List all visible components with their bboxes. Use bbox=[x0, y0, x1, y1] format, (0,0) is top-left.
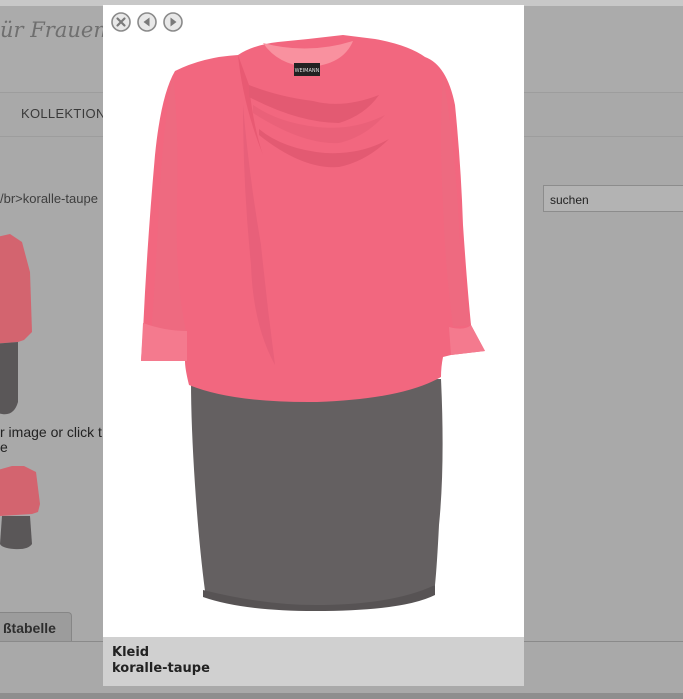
lightbox-image[interactable]: WEIMANN bbox=[103, 5, 524, 637]
breadcrumb: /br>koralle-taupe bbox=[0, 191, 98, 206]
product-thumbnail[interactable] bbox=[0, 464, 42, 550]
product-main-image[interactable] bbox=[0, 232, 40, 416]
search-input[interactable]: suchen bbox=[543, 185, 683, 212]
close-icon[interactable] bbox=[111, 12, 131, 32]
caption-subtitle: koralle-taupe bbox=[112, 661, 210, 676]
bottom-bar bbox=[0, 693, 683, 699]
lightbox-caption: Kleid koralle-taupe bbox=[103, 637, 524, 686]
label-tag: WEIMANN bbox=[295, 68, 320, 74]
lightbox: WEIMANN Kleid koralle-taupe bbox=[103, 5, 524, 686]
tab-size-chart[interactable]: ßtabelle bbox=[0, 612, 72, 642]
previous-icon[interactable] bbox=[137, 12, 157, 32]
next-icon[interactable] bbox=[163, 12, 183, 32]
zoom-hint: r image or click t e bbox=[0, 424, 102, 455]
caption-title: Kleid bbox=[112, 645, 150, 660]
dress-image: WEIMANN bbox=[141, 35, 485, 611]
nav-item-kollektion[interactable]: KOLLEKTION bbox=[21, 106, 106, 121]
